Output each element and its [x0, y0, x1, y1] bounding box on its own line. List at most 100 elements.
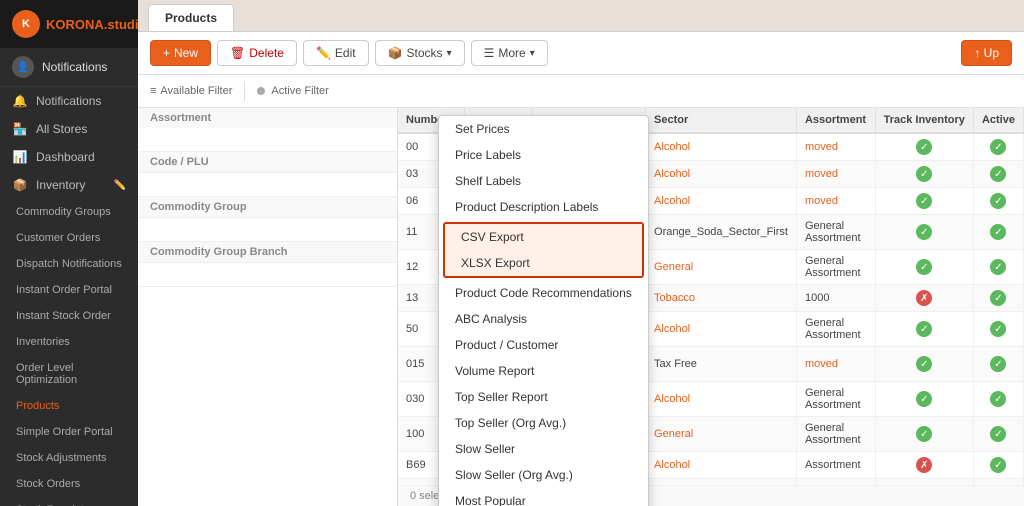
tab-bar: Products [138, 0, 1024, 32]
dropdown-item-top-seller-(org-avg.)[interactable]: Top Seller (Org Avg.) [439, 410, 648, 436]
sidebar-item-order-level[interactable]: Order Level Optimization [0, 355, 138, 393]
cell-active: ✓ [973, 133, 1023, 161]
cell-sector: General [646, 417, 797, 452]
track-check: ✓ [916, 426, 932, 442]
label: Stock Adjustments [16, 452, 107, 464]
sidebar-item-inventories[interactable]: Inventories [0, 329, 138, 355]
sidebar-item-simple-order[interactable]: Simple Order Portal [0, 419, 138, 445]
assortment-filter[interactable] [138, 128, 397, 152]
sidebar-item-stock-adjustments[interactable]: Stock Adjustments [0, 445, 138, 471]
dropdown-item-slow-seller[interactable]: Slow Seller [439, 436, 648, 462]
up-button[interactable]: ↑ Up [961, 40, 1012, 66]
active-filter-dot [257, 87, 265, 95]
more-dropdown[interactable]: Set PricesPrice LabelsShelf LabelsProduc… [438, 115, 649, 506]
cell-sector: Orange_Soda_Sector_First [646, 215, 797, 250]
dropdown-item-set-prices[interactable]: Set Prices [439, 116, 648, 142]
sidebar-item-dispatch[interactable]: Dispatch Notifications [0, 251, 138, 277]
edit-button[interactable]: ✏️ Edit [303, 40, 369, 66]
cell-track-inventory: ✓ [875, 133, 973, 161]
commodity-group-filter[interactable] [138, 218, 397, 242]
label: Instant Stock Order [16, 310, 111, 322]
dropdown-item-slow-seller-(org-avg.)[interactable]: Slow Seller (Org Avg.) [439, 462, 648, 488]
delete-button[interactable]: 🗑 Delete [217, 40, 297, 66]
cell-sector: Tobacco [646, 285, 797, 312]
sidebar-item-notifications[interactable]: 🔔 Notifications [0, 87, 138, 115]
stocks-arrow-icon: ▾ [447, 48, 452, 59]
label: Dispatch Notifications [16, 258, 122, 270]
track-check: ✓ [916, 224, 932, 240]
cell-sector: General [646, 250, 797, 285]
sidebar-item-dashboard[interactable]: 📊 Dashboard [0, 143, 138, 171]
dropdown-item-csv-export[interactable]: CSV Export [445, 224, 642, 250]
sidebar-item-instant-order-portal[interactable]: Instant Order Portal [0, 277, 138, 303]
sidebar-user[interactable]: 👤 Notifications [0, 48, 138, 87]
stocks-button[interactable]: 📦 Stocks ▾ [375, 40, 465, 66]
more-icon: ☰ [484, 46, 495, 60]
sidebar-item-label: Dashboard [36, 150, 95, 164]
sidebar-item-stock-receipts[interactable]: Stock Receipts [0, 497, 138, 506]
commodity-group-branch-filter[interactable] [138, 263, 397, 287]
edit-label: Edit [335, 46, 356, 60]
active-check: ✓ [990, 139, 1006, 155]
cell-active: ✓ [973, 250, 1023, 285]
new-label: New [174, 46, 198, 60]
cell-assortment: moved [796, 188, 875, 215]
new-button[interactable]: + New [150, 40, 211, 66]
more-label: More [498, 46, 525, 60]
sidebar-item-label: All Stores [36, 122, 87, 136]
dropdown-item-product-/-customer[interactable]: Product / Customer [439, 332, 648, 358]
username: Notifications [42, 60, 107, 74]
active-check: ✓ [990, 426, 1006, 442]
sidebar-item-instant-stock-order[interactable]: Instant Stock Order [0, 303, 138, 329]
sidebar-item-label: Notifications [36, 94, 101, 108]
cell-sector: Alcohol [646, 382, 797, 417]
active-filter: Active Filter [257, 85, 328, 97]
cell-track-inventory: ✓ [875, 417, 973, 452]
dropdown-item-abc-analysis[interactable]: ABC Analysis [439, 306, 648, 332]
cell-track-inventory: ✓ [875, 161, 973, 188]
cell-assortment: 1000 [796, 285, 875, 312]
cell-track-inventory: ✓ [875, 215, 973, 250]
tab-products[interactable]: Products [148, 4, 234, 31]
more-button[interactable]: ☰ More ▾ [471, 40, 548, 66]
cell-active: ✓ [973, 188, 1023, 215]
cell-assortment: moved [796, 161, 875, 188]
track-check: ✓ [916, 166, 932, 182]
col-active: Active [973, 108, 1023, 133]
dropdown-item-price-labels[interactable]: Price Labels [439, 142, 648, 168]
cell-active: ✓ [973, 452, 1023, 479]
assortment-title: Assortment [138, 108, 397, 128]
dropdown-item-product-description-labels[interactable]: Product Description Labels [439, 194, 648, 220]
stocks-icon: 📦 [388, 46, 403, 60]
filter-divider [244, 81, 245, 101]
cell-active: ✓ [973, 417, 1023, 452]
up-label: ↑ Up [974, 46, 999, 60]
sidebar-item-customer-orders[interactable]: Customer Orders [0, 225, 138, 251]
label: Commodity Groups [16, 206, 111, 218]
cell-assortment: General Assortment [796, 250, 875, 285]
dropdown-item-most-popular[interactable]: Most Popular [439, 488, 648, 506]
code-plu-filter[interactable] [138, 173, 397, 197]
cell-assortment: General Assortment [796, 417, 875, 452]
dropdown-item-xlsx-export[interactable]: XLSX Export [445, 250, 642, 276]
sidebar-item-commodity-groups[interactable]: Commodity Groups [0, 199, 138, 225]
dropdown-item-top-seller-report[interactable]: Top Seller Report [439, 384, 648, 410]
cell-active: ✓ [973, 347, 1023, 382]
cell-track-inventory: ✗ [875, 285, 973, 312]
edit-icon: ✏️ [316, 46, 331, 60]
sidebar-item-products[interactable]: Products [0, 393, 138, 419]
cell-assortment: Assortment [796, 452, 875, 479]
sidebar-item-inventory[interactable]: 📦 Inventory ✏️ [0, 171, 138, 199]
trash-icon: 🗑 [230, 46, 245, 60]
cell-assortment: General Assortment [796, 312, 875, 347]
dropdown-item-product-code-recommendations[interactable]: Product Code Recommendations [439, 280, 648, 306]
main-content: Products + New 🗑 Delete ✏️ Edit 📦 Stocks… [138, 0, 1024, 506]
active-check: ✓ [990, 321, 1006, 337]
sidebar-item-stock-orders[interactable]: Stock Orders [0, 471, 138, 497]
sidebar-item-all-stores[interactable]: 🏪 All Stores [0, 115, 138, 143]
active-check: ✓ [990, 457, 1006, 473]
dropdown-item-shelf-labels[interactable]: Shelf Labels [439, 168, 648, 194]
dropdown-item-volume-report[interactable]: Volume Report [439, 358, 648, 384]
logo-text: KORONA.studio [46, 17, 138, 32]
inventory-icon: 📦 [12, 178, 28, 192]
